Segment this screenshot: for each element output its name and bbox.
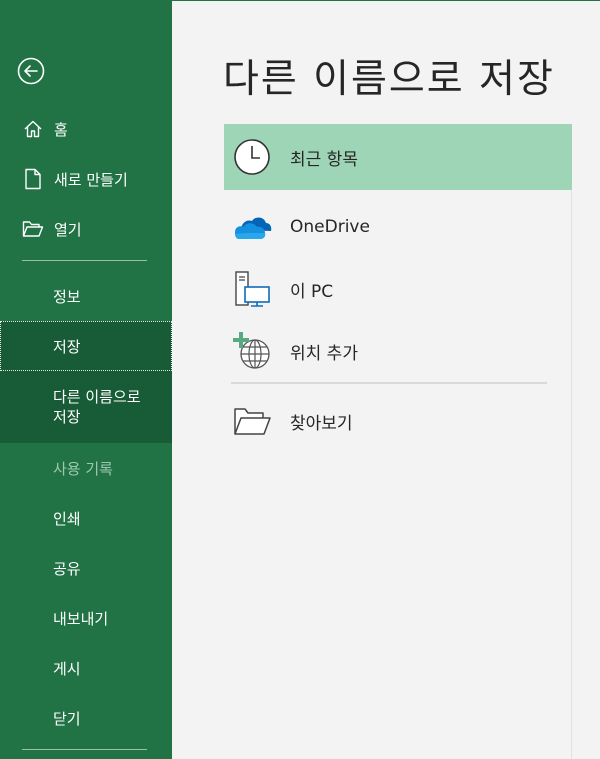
page-title: 다른 이름으로 저장 <box>223 57 555 102</box>
sidebar-item-close[interactable]: 닫기 <box>0 693 172 743</box>
location-recent[interactable]: 최근 항목 <box>224 124 572 190</box>
sidebar-top-nav: 홈 새로 만들기 열기 <box>0 104 172 254</box>
add-globe-icon <box>230 329 274 373</box>
location-onedrive[interactable]: OneDrive <box>224 196 572 258</box>
backstage-sidebar: 홈 새로 만들기 열기 정보 저장 다른 이름으로 저장 사용 기록 인쇄 공유… <box>0 0 172 759</box>
location-label: 이 PC <box>290 281 334 302</box>
sidebar-item-label: 홈 <box>54 120 68 139</box>
new-file-icon <box>22 168 44 190</box>
sidebar-item-export[interactable]: 내보내기 <box>0 593 172 643</box>
sidebar-item-share[interactable]: 공유 <box>0 543 172 593</box>
sidebar-item-label: 내보내기 <box>53 609 109 628</box>
sidebar-item-save-as[interactable]: 다른 이름으로 저장 <box>0 371 172 443</box>
location-label: 최근 항목 <box>290 149 358 170</box>
sidebar-item-label: 게시 <box>53 659 81 678</box>
locations-divider <box>231 382 547 384</box>
sidebar-item-label: 저장 <box>53 337 81 356</box>
sidebar-item-info[interactable]: 정보 <box>0 271 172 321</box>
location-browse[interactable]: 찾아보기 <box>224 390 572 452</box>
save-as-label-line1: 다른 이름으로 <box>53 388 141 406</box>
sidebar-item-home[interactable]: 홈 <box>0 104 172 154</box>
sidebar-divider <box>22 260 147 261</box>
save-locations-list: 최근 항목 OneDrive 이 PC 위치 추가 찾아보기 <box>224 124 572 759</box>
sidebar-item-publish[interactable]: 게시 <box>0 643 172 693</box>
sidebar-item-print[interactable]: 인쇄 <box>0 493 172 543</box>
sidebar-divider <box>22 749 147 750</box>
sidebar-item-history: 사용 기록 <box>0 443 172 493</box>
location-add-place[interactable]: 위치 추가 <box>224 320 572 382</box>
onedrive-cloud-icon <box>230 205 274 249</box>
sidebar-nav: 정보 저장 다른 이름으로 저장 사용 기록 인쇄 공유 내보내기 게시 닫기 <box>0 271 172 743</box>
sidebar-item-label: 열기 <box>54 220 82 239</box>
sidebar-item-label: 공유 <box>53 559 81 578</box>
sidebar-item-label: 정보 <box>53 287 81 306</box>
sidebar-item-label: 다른 이름으로 저장 <box>53 387 141 427</box>
location-this-pc[interactable]: 이 PC <box>224 258 572 320</box>
location-label: 찾아보기 <box>290 413 353 434</box>
sidebar-item-label: 인쇄 <box>53 509 81 528</box>
location-label: 위치 추가 <box>290 343 358 364</box>
sidebar-item-new[interactable]: 새로 만들기 <box>0 154 172 204</box>
clock-icon <box>230 135 274 179</box>
sidebar-item-label: 닫기 <box>53 709 81 728</box>
sidebar-item-save[interactable]: 저장 <box>0 321 172 371</box>
open-folder-icon <box>22 218 44 240</box>
home-icon <box>22 118 44 140</box>
folder-browse-icon <box>230 399 274 443</box>
title-bar-edge <box>172 0 600 1</box>
location-label: OneDrive <box>290 217 370 237</box>
sidebar-item-label: 새로 만들기 <box>54 170 128 189</box>
sidebar-item-open[interactable]: 열기 <box>0 204 172 254</box>
back-arrow-icon <box>17 57 45 85</box>
sidebar-item-label: 사용 기록 <box>53 459 113 478</box>
computer-icon <box>230 267 274 311</box>
save-as-label-line2: 저장 <box>53 408 81 426</box>
back-button[interactable] <box>17 57 45 85</box>
